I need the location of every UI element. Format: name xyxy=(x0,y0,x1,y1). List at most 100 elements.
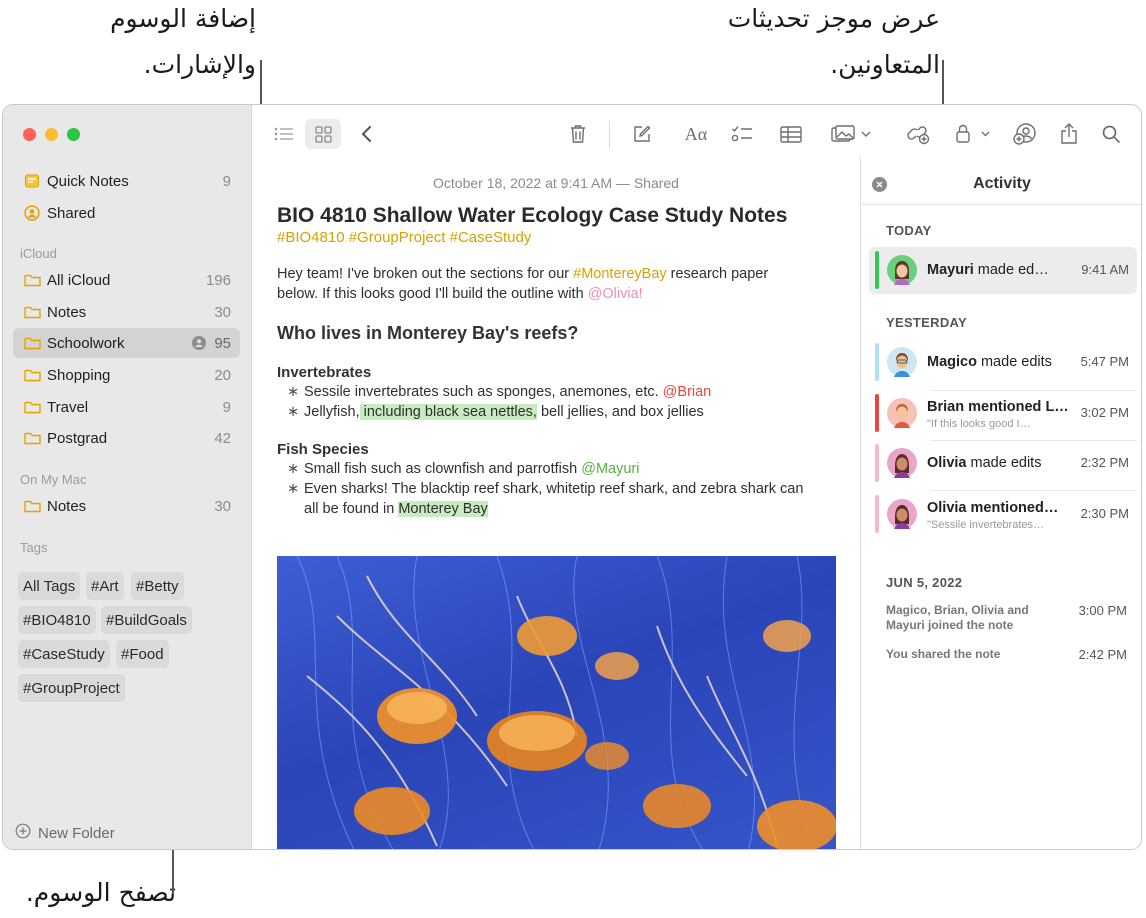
bullet: ∗ xyxy=(287,404,300,420)
tag-betty[interactable]: #Betty xyxy=(131,572,184,600)
zoom-window-button[interactable] xyxy=(67,128,80,141)
close-window-button[interactable] xyxy=(23,128,36,141)
folder-icon xyxy=(21,400,43,414)
list-item: ∗ Sessile invertebrates such as sponges, … xyxy=(287,383,847,403)
activity-time: 3:00 PM xyxy=(1078,603,1127,618)
note-title: BIO 4810 Shallow Water Ecology Case Stud… xyxy=(277,204,788,227)
list-item: ∗ Small fish such as clownfish and parrot… xyxy=(287,460,847,480)
callout-tags-mentions: إضافة الوسوم والإشارات. xyxy=(110,4,256,79)
sidebar-item-notes[interactable]: Notes 30 xyxy=(13,297,240,327)
share-icon[interactable] xyxy=(1057,119,1081,149)
notes-window: Quick Notes 9 Shared iCloud All iCloud 1… xyxy=(2,104,1142,850)
avatar-olivia xyxy=(887,499,917,529)
activity-subtext: "Sessile invertebrates… xyxy=(927,519,1045,531)
avatar-brian xyxy=(887,398,917,428)
note-subheading-fish: Fish Species xyxy=(277,441,369,458)
sidebar-item-postgrad[interactable]: Postgrad 42 xyxy=(13,423,240,453)
sidebar-item-label: Schoolwork xyxy=(47,334,125,352)
tag-bio4810[interactable]: #BIO4810 xyxy=(18,606,96,634)
sidebar-item-all-icloud[interactable]: All iCloud 196 xyxy=(13,265,240,295)
activity-text: Magico made edits xyxy=(927,354,1052,370)
tag-art[interactable]: #Art xyxy=(86,572,124,600)
bullet-text: Sessile invertebrates such as sponges, a… xyxy=(304,384,663,400)
sidebar-item-shopping[interactable]: Shopping 20 xyxy=(13,360,240,390)
sidebar-item-count: 9 xyxy=(222,398,231,416)
activity-color-bar xyxy=(875,444,879,482)
tag-groupproject[interactable]: #GroupProject xyxy=(18,674,125,702)
note-intro: Hey team! I've broken out the sections f… xyxy=(277,265,768,304)
activity-row[interactable]: Mayuri made ed… 9:41 AM xyxy=(869,247,1137,294)
sidebar-item-label: Quick Notes xyxy=(47,172,129,190)
format-icon[interactable]: Aα xyxy=(681,119,711,149)
sidebar-item-label: Travel xyxy=(47,398,89,416)
intro-text: research paper xyxy=(666,266,769,282)
activity-time: 5:47 PM xyxy=(1080,354,1129,369)
intro-text: below. If this looks good I'll build the… xyxy=(277,285,588,302)
new-folder-label: New Folder xyxy=(38,824,115,842)
lock-icon[interactable] xyxy=(953,119,993,149)
back-icon[interactable] xyxy=(355,119,379,149)
activity-subtext: "If this looks good I… xyxy=(927,418,1031,430)
sidebar-item-count: 196 xyxy=(205,271,231,289)
note-tags[interactable]: #BIO4810 #GroupProject #CaseStudy xyxy=(277,229,531,246)
hashtag-monterey-bay[interactable]: #MontereyBay xyxy=(573,266,667,282)
sidebar-item-label: Notes xyxy=(47,497,87,515)
list-view-icon[interactable] xyxy=(271,119,297,149)
tag-all-tags[interactable]: All Tags xyxy=(18,572,81,600)
tag-casestudy[interactable]: #CaseStudy xyxy=(18,640,110,668)
sidebar-item-quick-notes[interactable]: Quick Notes 9 xyxy=(13,166,240,196)
sidebar-item-schoolwork[interactable]: Schoolwork 95 xyxy=(13,328,240,358)
sidebar-item-label: Notes xyxy=(47,303,87,321)
mention-brian[interactable]: @Brian xyxy=(663,384,712,400)
activity-row[interactable]: Magico made edits 5:47 PM xyxy=(869,339,1137,386)
activity-row[interactable]: Olivia made edits 2:32 PM xyxy=(869,440,1137,487)
folder-icon xyxy=(21,336,43,350)
search-icon[interactable] xyxy=(1099,119,1123,149)
activity-joined-text: Magico, Brian, Olivia and Mayuri joined … xyxy=(886,603,1029,632)
sidebar-item-travel[interactable]: Travel 9 xyxy=(13,392,240,422)
new-folder-button[interactable]: New Folder xyxy=(15,823,115,843)
mention-mayuri[interactable]: @Mayuri xyxy=(581,461,639,477)
jellyfish-image[interactable] xyxy=(277,556,836,849)
note-subheading-invertebrates: Invertebrates xyxy=(277,364,372,381)
minimize-window-button[interactable] xyxy=(45,128,58,141)
sidebar-item-count: 30 xyxy=(214,497,231,515)
note-meta: October 18, 2022 at 9:41 AM — Shared xyxy=(433,175,679,191)
intro-text: Hey team! I've broken out the sections f… xyxy=(277,266,574,282)
bullet: ∗ xyxy=(287,481,300,497)
collaborate-icon[interactable] xyxy=(905,119,933,149)
sidebar-item-mac-notes[interactable]: Notes 30 xyxy=(13,491,240,521)
checklist-icon[interactable] xyxy=(729,119,755,149)
callout-browse-tags: تصفح الوسوم. xyxy=(25,878,176,907)
shared-folder-icon xyxy=(192,336,207,350)
section-june: JUN 5, 2022 xyxy=(886,575,963,590)
sidebar-item-count: 95 xyxy=(214,334,231,352)
callout-activity-feed: عرض موجز تحديثات المتعاونين. xyxy=(727,4,940,79)
share-people-icon[interactable] xyxy=(1011,119,1039,149)
sidebar: Quick Notes 9 Shared iCloud All iCloud 1… xyxy=(3,105,252,849)
activity-text: Mayuri made ed… xyxy=(927,262,1049,278)
bullet: ∗ xyxy=(287,384,300,400)
mention-olivia[interactable]: @Olivia! xyxy=(588,286,643,302)
gallery-view-icon[interactable] xyxy=(305,119,341,149)
note-editor[interactable]: October 18, 2022 at 9:41 AM — Shared BIO… xyxy=(253,157,859,849)
activity-row[interactable]: Olivia mentioned… "Sessile invertebrates… xyxy=(869,491,1137,540)
media-icon[interactable] xyxy=(829,119,873,149)
folder-icon xyxy=(21,305,43,319)
bullet-text: bell jellies, and box jellies xyxy=(536,404,704,420)
trash-icon[interactable] xyxy=(565,119,591,149)
activity-time: 2:32 PM xyxy=(1080,455,1129,470)
compose-icon[interactable] xyxy=(629,119,655,149)
shared-icon xyxy=(21,205,43,221)
highlighted-text: including black sea nettles, xyxy=(359,404,537,420)
activity-color-bar xyxy=(875,251,879,289)
activity-time: 9:41 AM xyxy=(1081,262,1129,277)
tag-buildgoals[interactable]: #BuildGoals xyxy=(101,606,192,634)
tag-food[interactable]: #Food xyxy=(116,640,169,668)
activity-row[interactable]: Brian mentioned L… "If this looks good I… xyxy=(869,390,1137,439)
sidebar-item-shared[interactable]: Shared xyxy=(13,198,240,228)
sidebar-item-count: 30 xyxy=(214,303,231,321)
toolbar-divider xyxy=(609,121,610,149)
table-icon[interactable] xyxy=(777,119,805,149)
bullet: ∗ xyxy=(287,461,300,477)
